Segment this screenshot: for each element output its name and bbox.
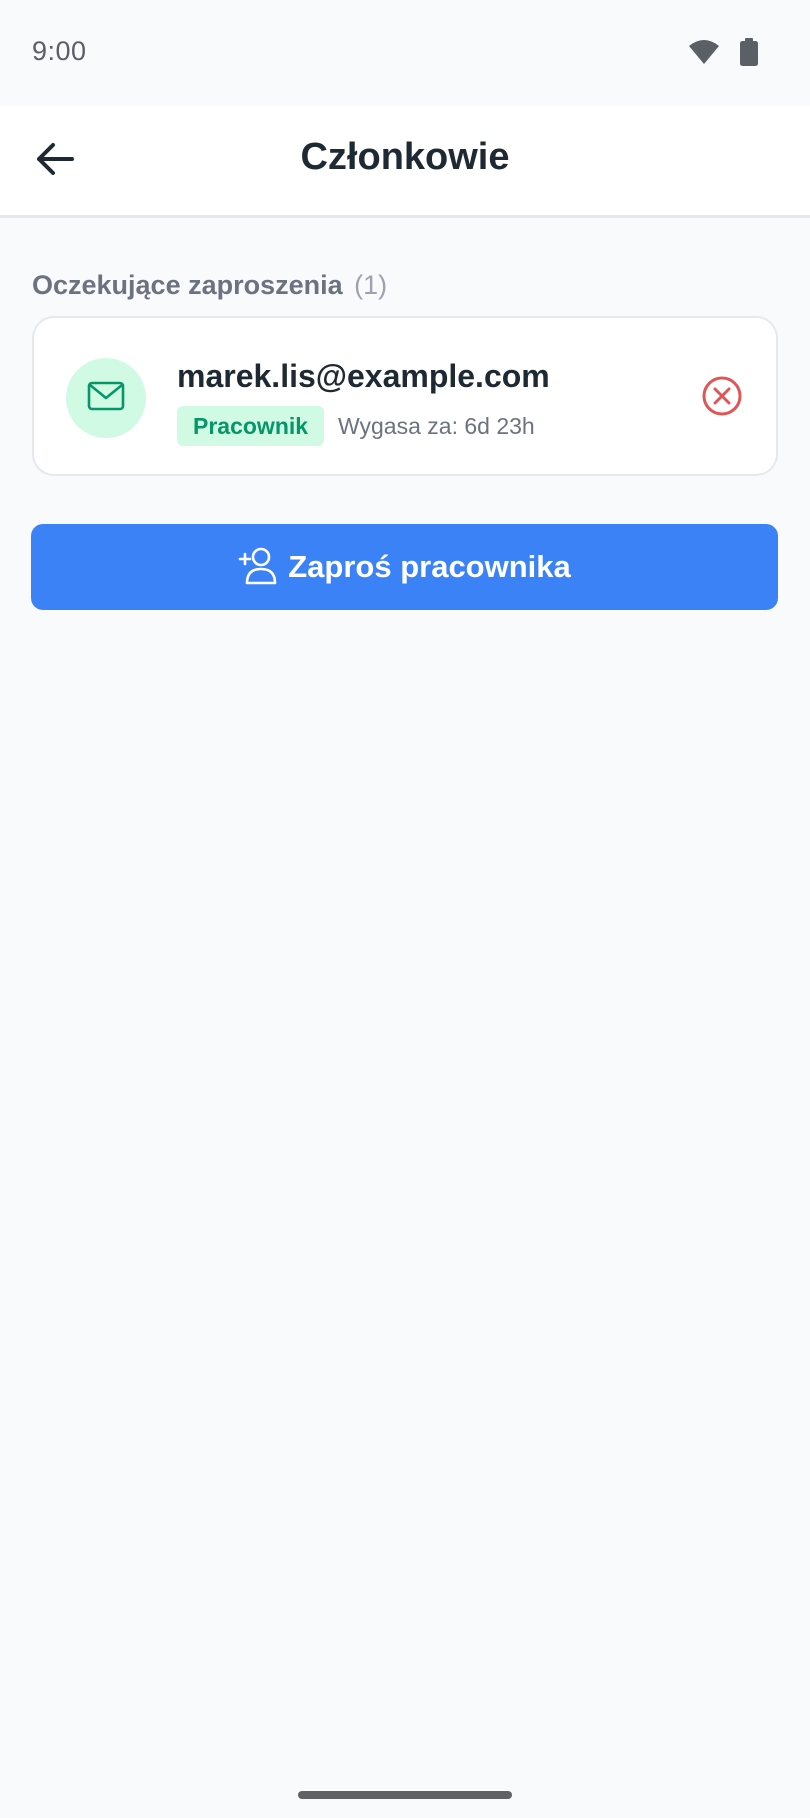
status-time: 9:00: [32, 36, 87, 66]
page-title: Członkowie: [300, 136, 510, 178]
user-plus-icon: [238, 547, 278, 588]
wifi-icon: [688, 39, 720, 65]
status-icons: [688, 38, 758, 66]
battery-icon: [740, 38, 758, 66]
cancel-circle-icon: [701, 375, 743, 422]
status-bar: 9:00: [0, 0, 810, 106]
app-bar: Członkowie: [0, 106, 810, 218]
invite-button-label: Zaproś pracownika: [288, 549, 571, 584]
invite-expiry: Wygasa za: 6d 23h: [338, 413, 535, 439]
section-heading: Oczekujące zaproszenia (1): [32, 270, 387, 301]
pending-invite-card: marek.lis@example.com Pracownik Wygasa z…: [32, 316, 778, 476]
invite-employee-button[interactable]: Zaproś pracownika: [31, 524, 778, 610]
invite-email: marek.lis@example.com: [177, 358, 550, 394]
cancel-invite-button[interactable]: [698, 374, 746, 422]
gesture-bar[interactable]: [298, 1791, 512, 1799]
mail-avatar: [66, 358, 146, 438]
section-count: (1): [354, 270, 388, 300]
mail-icon: [87, 381, 125, 416]
section-heading-label: Oczekujące zaproszenia: [32, 270, 343, 300]
role-badge: Pracownik: [177, 406, 325, 446]
screen: 9:00 Członkowie Oczekujące zaproszenia (…: [0, 0, 810, 1818]
